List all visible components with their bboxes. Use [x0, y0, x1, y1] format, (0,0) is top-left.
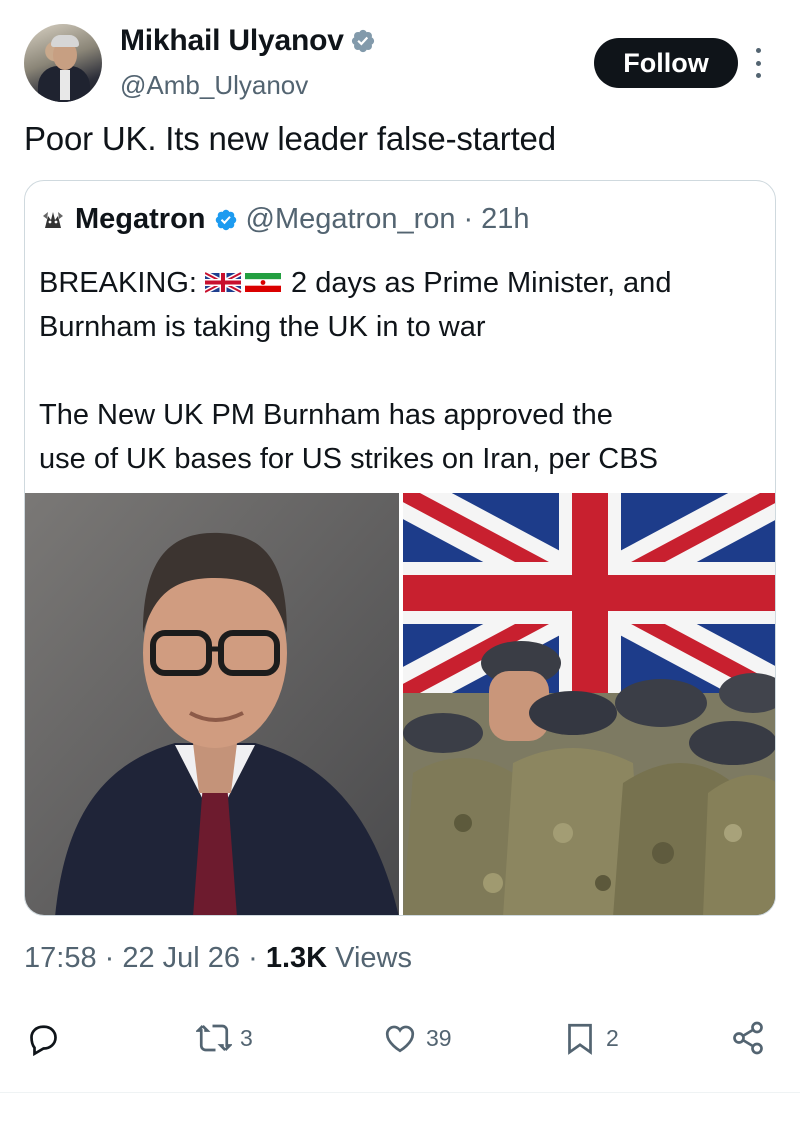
author-handle[interactable]: @Amb_Ulyanov: [120, 70, 308, 101]
reply-button[interactable]: [24, 1010, 60, 1066]
follow-button[interactable]: Follow: [594, 38, 738, 88]
body-line-1: The New UK PM Burnham has approved the: [39, 399, 613, 431]
heart-icon: [385, 1025, 415, 1053]
breaking-line-1: 2 days as Prime Minister, and: [283, 267, 672, 299]
bottom-divider: [0, 1092, 800, 1093]
reply-icon: [30, 1025, 57, 1056]
portrait-photo[interactable]: [25, 493, 399, 915]
like-button[interactable]: 39: [382, 1010, 452, 1066]
meta-separator: ·: [240, 942, 266, 974]
quoted-tweet-header: Megatron @Megatron_ron · 21h: [39, 203, 530, 236]
share-icon: [733, 1021, 763, 1055]
quoted-author-name[interactable]: Megatron: [75, 203, 206, 236]
views-count: 1.3K: [265, 942, 328, 974]
tweet-actions: 3 39 2: [24, 1010, 776, 1066]
soldiers-flag-photo[interactable]: [403, 493, 775, 915]
author-avatar[interactable]: [24, 24, 102, 102]
tweet-date[interactable]: 22 Jul 26: [122, 942, 240, 974]
tweet-text: Poor UK. Its new leader false-started: [24, 120, 556, 157]
body-line-2: use of UK bases for US strikes on Iran, …: [39, 443, 658, 475]
meta-separator: ·: [96, 942, 123, 974]
tweet-meta: 17:58 · 22 Jul 26 · 1.3K Views: [24, 942, 412, 975]
bookmark-button[interactable]: 2: [562, 1010, 619, 1066]
share-button[interactable]: [730, 1010, 766, 1066]
quoted-author-handle[interactable]: @Megatron_ron: [246, 203, 456, 236]
tweet-time[interactable]: 17:58: [24, 942, 97, 974]
more-options-icon[interactable]: [752, 48, 764, 78]
retweet-icon: [196, 1024, 232, 1052]
bookmark-icon: [568, 1023, 592, 1055]
quoted-tweet-separator: ·: [463, 203, 474, 235]
quoted-verified-badge-icon: [215, 209, 236, 230]
bookmark-count: 2: [606, 1024, 619, 1051]
verified-badge-icon: [351, 29, 374, 53]
quoted-tweet-card[interactable]: Megatron @Megatron_ron · 21h BREAKING: 2…: [24, 180, 776, 916]
author-display-name[interactable]: Mikhail Ulyanov: [120, 24, 344, 58]
author-name-row[interactable]: Mikhail Ulyanov: [120, 24, 376, 58]
retweet-button[interactable]: 3: [196, 1010, 253, 1066]
quoted-tweet-media[interactable]: [25, 493, 775, 915]
breaking-line-2: Burnham is taking the UK in to war: [39, 311, 486, 343]
like-count: 39: [426, 1024, 452, 1051]
breaking-label: BREAKING:: [39, 267, 205, 299]
quoted-author-avatar[interactable]: [39, 206, 67, 234]
quoted-tweet-time[interactable]: 21h: [481, 203, 529, 236]
retweet-count: 3: [240, 1024, 253, 1051]
quoted-tweet-text: BREAKING: 2 days as Prime Minister, and …: [39, 261, 769, 481]
uk-iran-flags-icon: [205, 270, 281, 294]
views-label: Views: [327, 942, 412, 974]
